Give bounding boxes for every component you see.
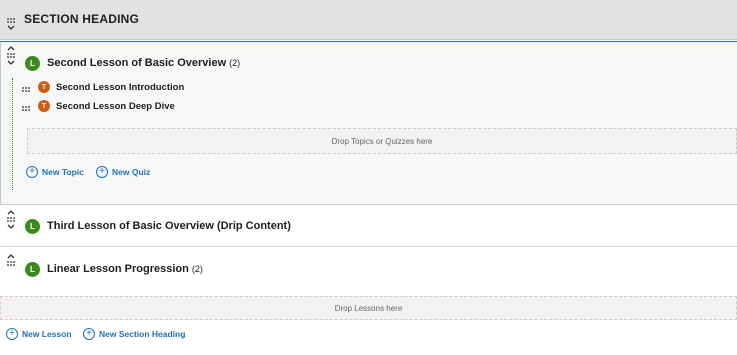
section-controls <box>6 16 16 30</box>
chevron-down-icon[interactable] <box>7 25 15 30</box>
lesson-controls <box>6 210 16 229</box>
plus-circle-icon: + <box>6 328 18 340</box>
plus-circle-icon: + <box>83 328 95 340</box>
chevron-up-icon[interactable] <box>7 46 15 51</box>
lessons-drop-zone[interactable]: Drop Lessons here <box>0 296 737 320</box>
topics-drop-zone[interactable]: Drop Topics or Quizzes here <box>27 128 737 154</box>
topic-badge-icon: T <box>38 81 50 93</box>
drop-zone-label: Drop Lessons here <box>334 303 403 313</box>
lesson-controls <box>6 254 16 268</box>
new-lesson-label: New Lesson <box>22 329 72 339</box>
section-heading: SECTION HEADING <box>0 0 737 40</box>
chevron-up-icon[interactable] <box>7 254 15 259</box>
new-lesson-button[interactable]: + New Lesson <box>6 328 72 340</box>
chevron-down-icon[interactable] <box>7 60 15 65</box>
lesson-title-text: Third Lesson of Basic Overview (Drip Con… <box>47 220 291 232</box>
drag-handle-icon[interactable] <box>7 53 15 58</box>
chevron-down-icon[interactable] <box>7 224 15 229</box>
topic-title[interactable]: Second Lesson Introduction <box>56 82 184 93</box>
lesson-title[interactable]: Linear Lesson Progression (2) <box>47 263 203 275</box>
lesson-title[interactable]: Second Lesson of Basic Overview (2) <box>47 57 240 69</box>
lesson-title-text: Linear Lesson Progression <box>47 263 189 275</box>
drag-handle-icon[interactable] <box>22 106 30 111</box>
drop-zone-label: Drop Topics or Quizzes here <box>331 136 433 146</box>
chevron-up-icon[interactable] <box>7 210 15 215</box>
lesson-title-text: Second Lesson of Basic Overview <box>47 57 227 69</box>
lesson-badge-icon: L <box>25 262 40 277</box>
new-section-heading-label: New Section Heading <box>99 329 186 339</box>
topic-badge-icon: T <box>38 100 50 112</box>
plus-circle-icon: + <box>96 166 108 178</box>
drag-handle-icon[interactable] <box>7 18 15 23</box>
section-title: SECTION HEADING <box>24 12 140 26</box>
topic-title[interactable]: Second Lesson Deep Dive <box>56 101 175 112</box>
tree-connector <box>12 78 13 190</box>
drag-handle-icon[interactable] <box>7 217 15 222</box>
drag-handle-icon[interactable] <box>7 261 15 266</box>
lesson-count: (2) <box>191 264 203 274</box>
new-topic-label: New Topic <box>42 167 84 177</box>
lesson-title[interactable]: Third Lesson of Basic Overview (Drip Con… <box>47 220 291 232</box>
plus-circle-icon: + <box>26 166 38 178</box>
new-quiz-button[interactable]: + New Quiz <box>96 166 150 178</box>
drag-handle-icon[interactable] <box>22 87 30 92</box>
new-topic-button[interactable]: + New Topic <box>26 166 84 178</box>
new-quiz-label: New Quiz <box>112 167 151 177</box>
lesson-count: (2) <box>229 58 241 68</box>
lesson-controls <box>6 46 16 65</box>
lesson-badge-icon: L <box>25 219 40 234</box>
lesson-badge-icon: L <box>25 56 40 71</box>
new-section-heading-button[interactable]: + New Section Heading <box>83 328 185 340</box>
